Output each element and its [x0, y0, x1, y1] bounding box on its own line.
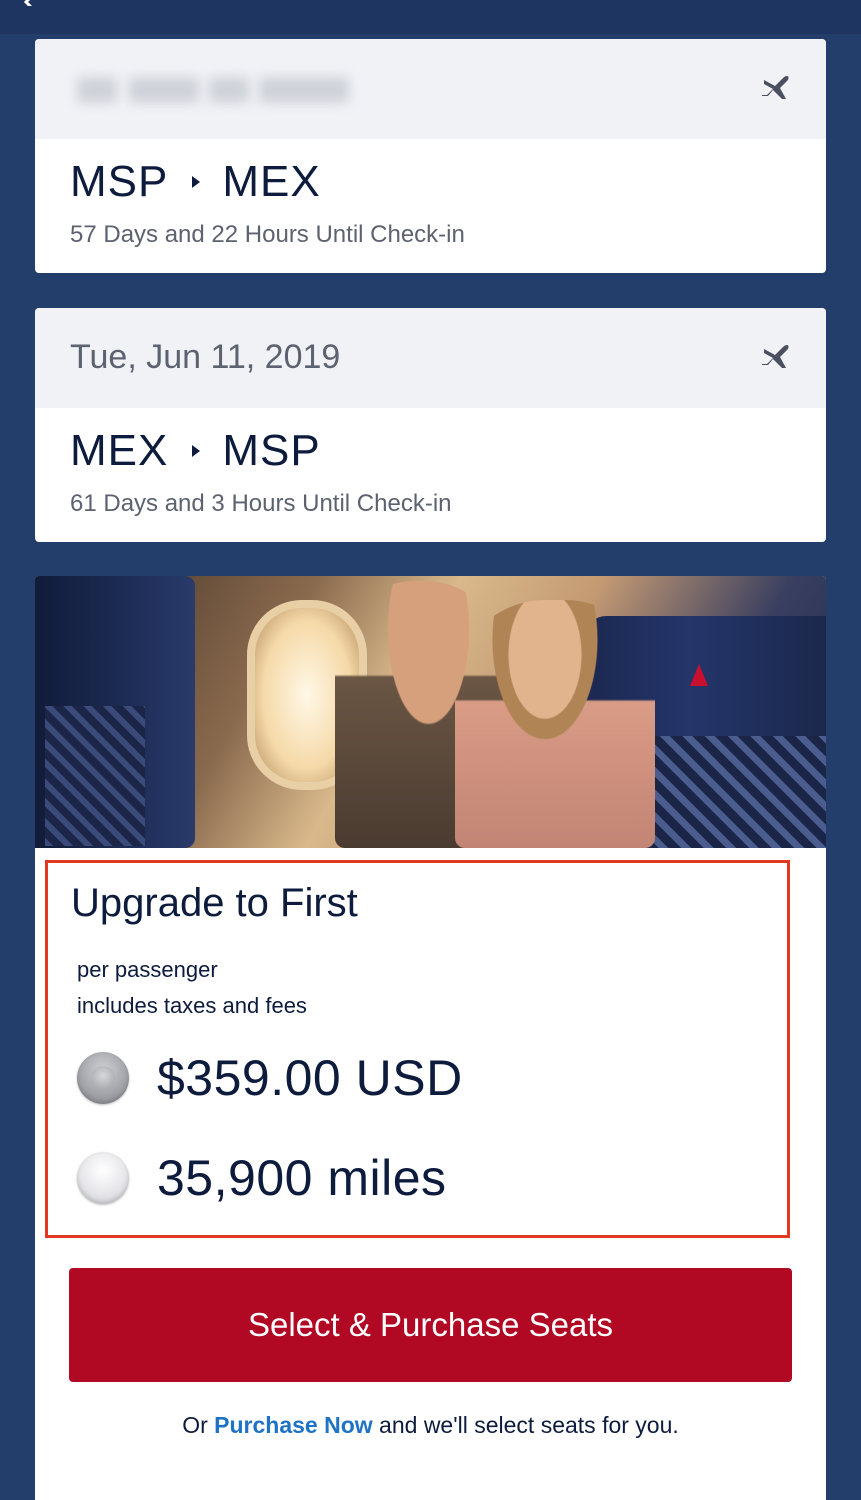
flight-route: MSP MEX — [70, 157, 321, 207]
checkin-countdown: 57 Days and 22 Hours Until Check-in — [70, 221, 465, 248]
flight-date: Tue, Jun 11, 2019 — [70, 338, 341, 376]
radio-icon[interactable] — [77, 1152, 129, 1204]
flight-card-outbound[interactable]: MSP MEX 57 Days and 22 Hours Until Check… — [35, 39, 826, 273]
back-chevron-icon[interactable] — [20, 0, 38, 6]
purchase-now-link[interactable]: Purchase Now — [214, 1412, 373, 1438]
route-arrow-icon — [192, 445, 201, 457]
purchase-now-note: Or Purchase Now and we'll select seats f… — [182, 1412, 679, 1438]
flight-card-header: Tue, Jun 11, 2019 — [35, 308, 826, 408]
upgrade-card: Upgrade to First per passenger includes … — [35, 576, 826, 1500]
upgrade-title: Upgrade to First — [71, 881, 358, 925]
flight-card-body: MEX MSP 61 Days and 3 Hours Until Check-… — [35, 408, 826, 541]
destination-code: MSP — [222, 426, 321, 475]
select-purchase-seats-button[interactable]: Select & Purchase Seats — [69, 1268, 792, 1382]
plane-icon — [762, 345, 789, 368]
flight-date-redacted — [59, 57, 369, 121]
flight-card-return[interactable]: Tue, Jun 11, 2019 MEX MSP 61 Days and 3 … — [35, 308, 826, 542]
route-arrow-icon — [192, 176, 201, 188]
radio-icon[interactable] — [77, 1052, 129, 1104]
flight-card-header — [35, 39, 826, 139]
top-bar — [0, 0, 861, 34]
price-miles-label: 35,900 miles — [157, 1150, 447, 1206]
destination-code: MEX — [222, 157, 321, 206]
upgrade-options-box: Upgrade to First per passenger includes … — [45, 860, 790, 1238]
origin-code: MEX — [70, 426, 169, 475]
price-option-usd[interactable]: $359.00 USD — [77, 1049, 463, 1107]
per-passenger-note: per passenger — [77, 957, 218, 982]
flight-route: MEX MSP — [70, 426, 321, 476]
origin-code: MSP — [70, 157, 169, 206]
price-option-miles[interactable]: 35,900 miles — [77, 1149, 447, 1207]
taxes-note: includes taxes and fees — [77, 993, 307, 1018]
delta-logo-icon — [690, 664, 708, 686]
plane-icon — [762, 76, 789, 99]
checkin-countdown: 61 Days and 3 Hours Until Check-in — [70, 490, 452, 517]
price-usd-label: $359.00 USD — [157, 1050, 463, 1106]
flight-card-body: MSP MEX 57 Days and 22 Hours Until Check… — [35, 139, 826, 272]
first-class-cabin-image — [35, 576, 826, 848]
